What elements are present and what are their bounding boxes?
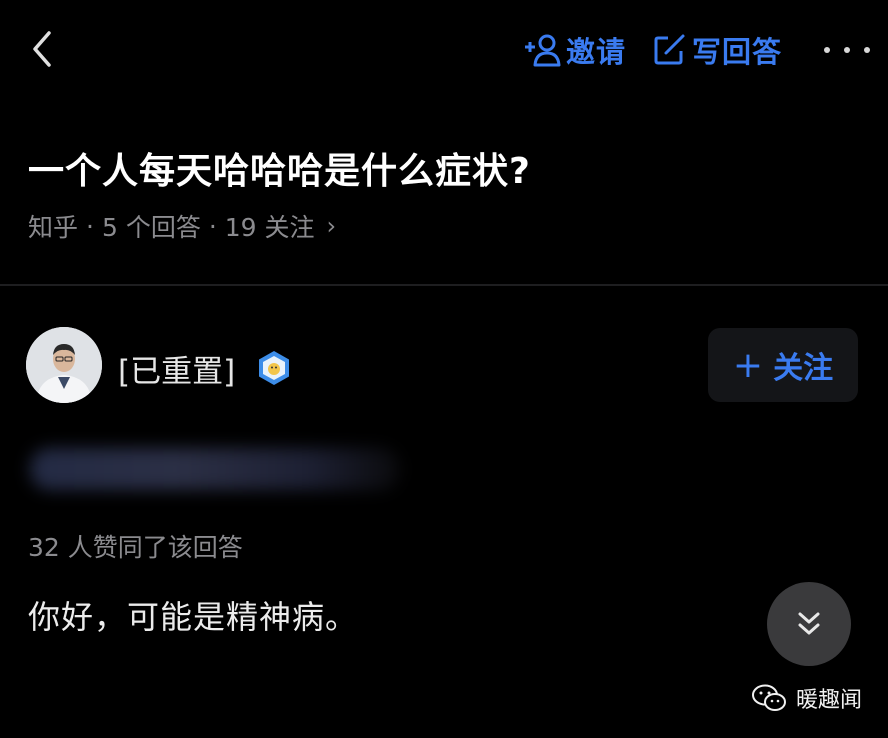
back-button[interactable] bbox=[22, 26, 62, 72]
invite-button[interactable]: 邀请 bbox=[522, 28, 626, 72]
watermark-text: 暖趣闻 bbox=[796, 688, 863, 713]
follow-button[interactable]: + 关注 bbox=[708, 328, 858, 402]
follow-label: 关注 bbox=[773, 351, 834, 386]
add-user-icon bbox=[525, 34, 561, 67]
write-answer-button[interactable]: 写回答 bbox=[652, 28, 782, 72]
question-meta[interactable]: 知乎 · 5 个回答 · 19 关注 › bbox=[28, 208, 336, 244]
avatar-image bbox=[26, 327, 102, 403]
more-dots-icon bbox=[824, 47, 830, 53]
write-answer-label: 写回答 bbox=[692, 35, 783, 69]
more-dots-icon bbox=[844, 47, 850, 53]
chevron-right-icon: › bbox=[326, 212, 337, 240]
avatar[interactable] bbox=[26, 327, 102, 403]
plus-icon: + bbox=[732, 344, 764, 386]
verified-badge-icon bbox=[259, 351, 289, 385]
answer-content[interactable]: 你好，可能是精神病。 bbox=[28, 592, 358, 638]
divider bbox=[0, 284, 888, 286]
wechat-icon bbox=[752, 684, 786, 711]
separator: · bbox=[208, 211, 217, 241]
separator: · bbox=[86, 211, 94, 241]
watermark: 暖趣闻 bbox=[752, 680, 862, 716]
vote-count[interactable]: 32 人赞同了该回答 bbox=[28, 528, 243, 564]
edit-icon bbox=[654, 34, 685, 65]
source-label: 知乎 bbox=[28, 213, 79, 242]
question-title[interactable]: 一个人每天哈哈哈是什么症状? bbox=[28, 142, 531, 194]
follower-count: 19 关注 bbox=[224, 213, 315, 242]
more-dots-icon bbox=[864, 47, 870, 53]
question-page: 邀请 写回答 一个人每天哈哈哈是什么症状? 知乎 · 5 个回答 · 19 关注… bbox=[0, 0, 888, 738]
blurred-author-bio bbox=[30, 448, 400, 490]
answer-count: 5 个回答 bbox=[101, 213, 201, 242]
double-chevron-down-icon bbox=[798, 612, 820, 635]
author-name[interactable]: [已重置] bbox=[118, 346, 235, 391]
invite-label: 邀请 bbox=[566, 35, 627, 69]
chevron-left-icon bbox=[33, 31, 51, 67]
scroll-down-button[interactable] bbox=[767, 582, 851, 666]
more-options-button[interactable] bbox=[824, 36, 870, 64]
